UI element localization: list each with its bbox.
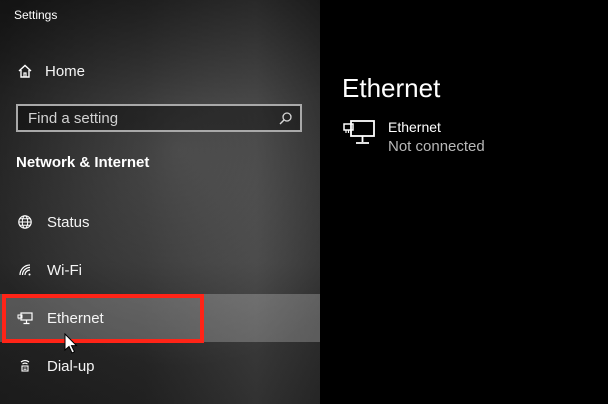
ethernet-icon xyxy=(16,309,34,327)
sidebar-item-label: Dial-up xyxy=(47,357,95,375)
home-label: Home xyxy=(45,62,86,80)
sidebar-item-status[interactable]: Status xyxy=(0,198,320,246)
dialup-icon xyxy=(16,357,34,375)
sidebar-item-wifi[interactable]: Wi-Fi xyxy=(0,246,320,294)
sidebar-item-label: Wi-Fi xyxy=(47,261,82,279)
search-box[interactable] xyxy=(16,104,302,132)
network-nav-list: Status Wi-Fi Ethernet Dial-up xyxy=(0,198,320,390)
home-icon xyxy=(16,62,34,80)
ethernet-text: Ethernet Not connected xyxy=(388,118,485,158)
search-input[interactable] xyxy=(18,106,274,130)
sidebar-item-ethernet[interactable]: Ethernet xyxy=(0,294,320,343)
wifi-icon xyxy=(16,261,34,279)
globe-icon xyxy=(16,213,34,231)
section-title: Network & Internet xyxy=(16,154,150,171)
app-title: Settings xyxy=(14,8,58,22)
search-icon[interactable] xyxy=(274,107,296,129)
ethernet-content: Ethernet Ethernet Not connected xyxy=(320,0,608,404)
network-name: Ethernet xyxy=(388,119,441,135)
network-status: Not connected xyxy=(388,138,485,155)
home-nav-item[interactable]: Home xyxy=(16,59,85,83)
sidebar-item-dialup[interactable]: Dial-up xyxy=(0,342,320,390)
ethernet-monitor-icon xyxy=(342,118,376,148)
page-title: Ethernet xyxy=(342,73,441,104)
sidebar-item-label: Ethernet xyxy=(47,309,104,327)
ethernet-network-entry[interactable]: Ethernet Not connected xyxy=(342,118,572,160)
sidebar-item-label: Status xyxy=(47,213,90,231)
settings-sidebar: Settings Home Network & Internet xyxy=(0,0,320,404)
settings-window: Settings Home Network & Internet xyxy=(0,0,608,404)
mouse-pointer-icon xyxy=(64,332,78,355)
